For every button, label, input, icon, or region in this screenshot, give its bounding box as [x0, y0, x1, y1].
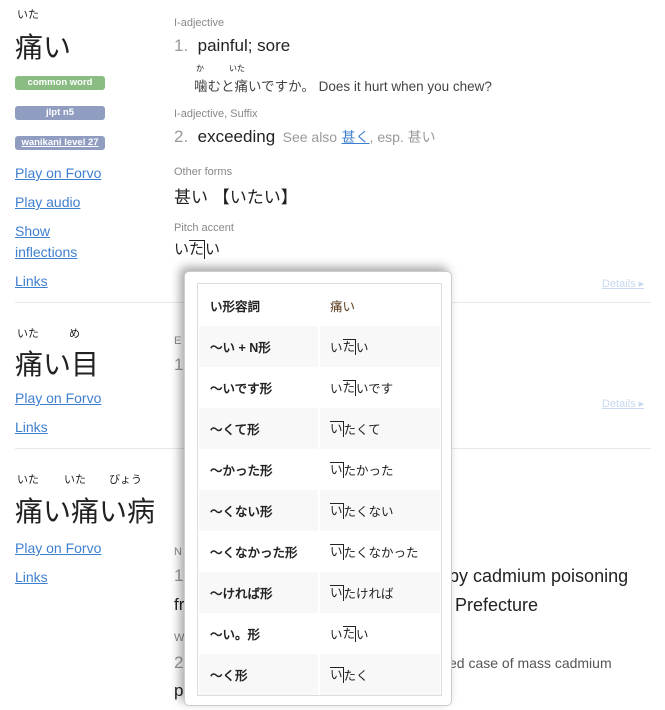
jlpt-badge: jlpt n5 [15, 106, 105, 120]
meaning-fragment: Prefecture [455, 595, 539, 615]
pitch-accent-label: Pitch accent [174, 222, 234, 234]
sense-number-fragment: 1 [174, 566, 184, 585]
sense-number: 1. [174, 36, 189, 55]
word: 痛い痛い病 [15, 496, 156, 527]
sense-tags: I-adjective, Suffix [174, 108, 258, 120]
details-link[interactable]: Details ▸ [602, 397, 644, 410]
form-value: いたくて [320, 408, 440, 449]
links-link[interactable]: Links [15, 569, 48, 585]
form-value: いたかった [330, 461, 394, 478]
play-on-forvo-link[interactable]: Play on Forvo [15, 540, 101, 556]
sense-2: 2. exceeding See also 甚く, esp. 甚い [174, 127, 436, 146]
form-value: いたいです [330, 379, 394, 396]
form-name: い形容詞 [210, 300, 261, 314]
pitch-accent: いたい [174, 240, 221, 259]
form-name: 〜くない形 [199, 490, 318, 531]
form-name: 〜い。形 [210, 628, 261, 642]
table-row: 〜ければ形 いたければ [199, 572, 440, 613]
meaning-fragment: fr [174, 595, 185, 614]
table-row: 〜くなかった形 いたくなかった [199, 531, 440, 572]
sense-tags-fragment: E [174, 335, 182, 347]
table-row: 〜くない形 いたくない [199, 490, 440, 531]
sense-number-fragment: 2 [174, 653, 184, 672]
sense-1: 1. painful; sore [174, 36, 290, 56]
table-row: 〜い。形 いたい [199, 613, 440, 654]
show-inflections-link-2[interactable]: inflections [15, 244, 77, 260]
details-link[interactable]: Details ▸ [602, 277, 644, 290]
links-link[interactable]: Links [15, 273, 48, 289]
table-header-row: い形容詞 痛い [199, 285, 440, 326]
furigana: いため [17, 328, 80, 340]
sense-tags-fragment: W [174, 632, 185, 644]
play-on-forvo-link[interactable]: Play on Forvo [15, 390, 101, 406]
form-name: 〜かった形 [210, 464, 273, 478]
table-row: 〜く形 いたく [199, 654, 440, 695]
form-value: 痛い [330, 300, 356, 314]
meaning: painful; sore [197, 36, 291, 55]
form-value: いたい [330, 625, 369, 642]
inflections-popup: い形容詞 痛い 〜い + N形 いたい〜いです形 いたいです 〜くて形 いたくて〜… [184, 271, 452, 706]
inflections-table: い形容詞 痛い 〜い + N形 いたい〜いです形 いたいです 〜くて形 いたくて〜… [197, 283, 442, 696]
table-row: 〜いです形 いたいです [199, 367, 440, 408]
sentence-furigana: かいた [196, 64, 245, 73]
form-name: 〜いです形 [210, 382, 273, 396]
table-row: 〜くて形 いたくて [199, 408, 440, 449]
form-value: いたくない [320, 490, 440, 531]
other-forms-label: Other forms [174, 166, 233, 178]
meaning-fragment: by cadmium poisoning [449, 566, 629, 586]
sense-tags-fragment: N [174, 546, 182, 558]
form-name: 〜く形 [199, 654, 318, 695]
form-value: いたくなかった [330, 543, 419, 560]
sense-tags: I-adjective [174, 17, 225, 29]
form-name: 〜い + N形 [199, 326, 318, 367]
see-also-link[interactable]: 甚く [342, 129, 370, 145]
form-name: 〜くて形 [199, 408, 318, 449]
wanikani-badge[interactable]: wanikani level 27 [15, 136, 105, 150]
meaning-fragment: ed case of mass cadmium [449, 655, 612, 671]
furigana: いた [17, 9, 39, 21]
other-forms: 甚い 【いたい】 [174, 188, 298, 207]
show-inflections-link[interactable]: Show [15, 223, 50, 239]
table-row: 〜かった形 いたかった [199, 449, 440, 490]
table-row: 〜い + N形 いたい [199, 326, 440, 367]
meaning-fragment: p [174, 681, 184, 700]
form-name: 〜ければ形 [199, 572, 318, 613]
play-on-forvo-link[interactable]: Play on Forvo [15, 165, 101, 181]
word: 痛い [15, 32, 72, 63]
form-value: いたい [320, 326, 440, 367]
form-name: 〜くなかった形 [210, 546, 298, 560]
word: 痛い目 [15, 349, 100, 380]
form-value: いたければ [320, 572, 440, 613]
example-sentence: 噛むと痛いですか。 Does it hurt when you chew? [194, 79, 492, 94]
form-value: いたく [320, 654, 440, 695]
sense-number-fragment: 1 [174, 355, 184, 374]
furigana: いた いた びょう [17, 474, 142, 486]
play-audio-link[interactable]: Play audio [15, 194, 80, 210]
links-link[interactable]: Links [15, 419, 48, 435]
common-word-badge: common word [15, 76, 105, 90]
